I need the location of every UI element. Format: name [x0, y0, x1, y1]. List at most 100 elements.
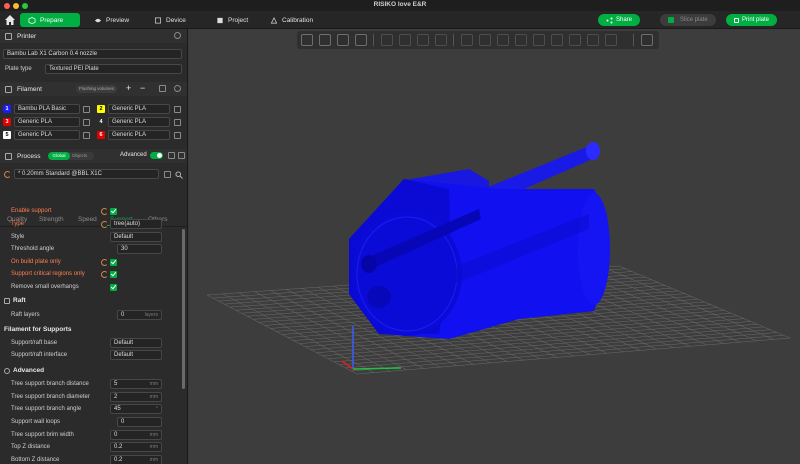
tab-strength[interactable]: Strength — [39, 216, 64, 223]
compare-presets-icon[interactable] — [168, 152, 175, 159]
advanced-heading-text: Advanced — [13, 367, 45, 374]
printer-settings-icon[interactable] — [174, 32, 181, 39]
printer-icon — [5, 32, 12, 40]
filament-supports-heading: Filament for Supports — [4, 326, 72, 333]
top-z-distance-unit: mm — [149, 444, 158, 450]
tab-project[interactable]: Project — [208, 13, 256, 27]
edit-filament-icon[interactable] — [83, 132, 90, 139]
filament-select[interactable]: Generic PLA — [14, 130, 80, 140]
bottom-z-distance-unit: mm — [149, 457, 158, 463]
eye-icon — [94, 18, 102, 22]
tab-prepare[interactable]: Prepare — [20, 13, 80, 27]
filament-select[interactable]: Generic PLA — [14, 117, 80, 127]
style-value: Default — [114, 234, 134, 240]
reset-support-type-icon[interactable] — [101, 221, 108, 228]
edit-filament-icon[interactable] — [174, 106, 181, 113]
print-plate-button[interactable]: Print plate — [726, 14, 778, 26]
sync-filament-icon[interactable] — [159, 85, 166, 92]
on-build-plate-checkbox[interactable] — [110, 259, 117, 266]
objects-option[interactable]: Objects — [72, 152, 87, 160]
print-dropdown-icon — [734, 17, 739, 23]
filament-name: Generic PLA — [18, 119, 53, 125]
filament-select[interactable]: Bambu PLA Basic — [14, 104, 80, 114]
filament-slot-number: 2 — [97, 105, 105, 113]
filament-select[interactable]: Generic PLA — [108, 117, 170, 127]
edit-filament-icon[interactable] — [83, 119, 90, 126]
brim-width-input[interactable]: 0 mm — [110, 430, 162, 440]
tab-speed[interactable]: Speed — [78, 216, 97, 223]
support-base-value: Default — [114, 340, 134, 346]
small-overhangs-checkbox[interactable] — [110, 284, 117, 291]
raft-layers-value: 0 — [121, 312, 125, 318]
reset-preset-icon[interactable] — [4, 171, 11, 178]
wall-loops-label: Support wall loops — [11, 419, 61, 425]
calibration-icon — [270, 16, 278, 23]
wall-loops-input[interactable]: 0 — [117, 417, 162, 427]
reset-enable-support-icon[interactable] — [101, 208, 108, 215]
reset-build-plate-icon[interactable] — [101, 259, 108, 266]
global-option[interactable]: Global — [48, 152, 70, 160]
share-icon — [606, 17, 613, 23]
save-preset-icon[interactable] — [164, 171, 171, 178]
settings-scrollbar[interactable] — [182, 229, 185, 389]
top-z-distance-input[interactable]: 0.2 mm — [110, 442, 162, 452]
support-base-select[interactable]: Default — [110, 338, 162, 348]
branch-diameter-unit: mm — [149, 394, 158, 400]
branch-angle-input[interactable]: 45 ° — [110, 404, 162, 414]
enable-support-checkbox[interactable] — [110, 208, 117, 215]
advanced-icon — [4, 367, 10, 374]
wall-loops-value: 0 — [121, 419, 125, 425]
process-preset-select[interactable]: * 0.20mm Standard @BBL X1C — [14, 169, 159, 179]
reset-critical-regions-icon[interactable] — [101, 271, 108, 278]
tab-preview[interactable]: Preview — [86, 13, 137, 27]
plate-type-label: Plate type — [5, 66, 32, 72]
slice-plate-button[interactable]: Slice plate — [660, 14, 716, 26]
remove-filament-button[interactable]: − — [140, 83, 145, 93]
threshold-angle-input[interactable]: 30 — [117, 244, 162, 254]
edit-filament-icon[interactable] — [83, 106, 90, 113]
advanced-toggle[interactable] — [150, 152, 163, 159]
grid-line — [351, 334, 784, 372]
brim-width-label: Tree support brim width — [11, 432, 74, 438]
plate-type-select[interactable]: Textured PEI Plate — [45, 64, 182, 74]
branch-distance-label: Tree support branch distance — [11, 381, 89, 387]
branch-angle-label: Tree support branch angle — [11, 406, 82, 412]
filament-select[interactable]: Generic PLA — [108, 130, 170, 140]
filament-slot-number: 6 — [97, 131, 105, 139]
filament-name: Generic PLA — [112, 119, 147, 125]
flushing-volumes-button[interactable]: Flushing volumes — [76, 85, 118, 93]
edit-filament-icon[interactable] — [174, 132, 181, 139]
filament-slot-number: 1 — [3, 105, 11, 113]
global-objects-switch[interactable]: Global Objects — [48, 152, 94, 160]
edit-filament-icon[interactable] — [174, 119, 181, 126]
tab-device[interactable]: Device — [146, 13, 194, 27]
advanced-heading: Advanced — [4, 367, 44, 374]
critical-regions-checkbox[interactable] — [110, 271, 117, 278]
branch-diameter-label: Tree support branch diameter — [11, 394, 90, 400]
raft-layers-input[interactable]: 0 layers — [117, 310, 162, 320]
support-type-select[interactable]: tree(auto) — [110, 219, 162, 229]
tab-project-label: Project — [228, 16, 249, 24]
share-label: Share — [616, 17, 633, 23]
branch-angle-unit: ° — [156, 406, 158, 412]
branch-diameter-input[interactable]: 2 mm — [110, 392, 162, 402]
filament-select[interactable]: Generic PLA — [108, 104, 170, 114]
printer-select[interactable]: Bambu Lab X1 Carbon 0.4 nozzle — [3, 49, 182, 59]
3d-viewport[interactable] — [189, 29, 800, 464]
filament-slot-number: 3 — [3, 118, 11, 126]
home-icon[interactable] — [4, 14, 16, 26]
model-object[interactable] — [349, 142, 610, 339]
support-type-label: Type — [11, 221, 25, 227]
process-settings-icon[interactable] — [178, 152, 185, 159]
support-type-value: tree(auto) — [114, 221, 141, 227]
share-button[interactable]: Share — [598, 14, 641, 26]
branch-distance-input[interactable]: 5 mm — [110, 379, 162, 389]
filament-name: Generic PLA — [18, 132, 53, 138]
add-filament-button[interactable]: + — [126, 83, 131, 93]
search-icon[interactable] — [175, 171, 183, 179]
filament-settings-icon[interactable] — [174, 85, 181, 92]
bottom-z-distance-input[interactable]: 0.2 mm — [110, 455, 162, 464]
support-interface-select[interactable]: Default — [110, 350, 162, 360]
style-select[interactable]: Default — [110, 232, 162, 242]
tab-calibration[interactable]: Calibration — [262, 13, 321, 27]
